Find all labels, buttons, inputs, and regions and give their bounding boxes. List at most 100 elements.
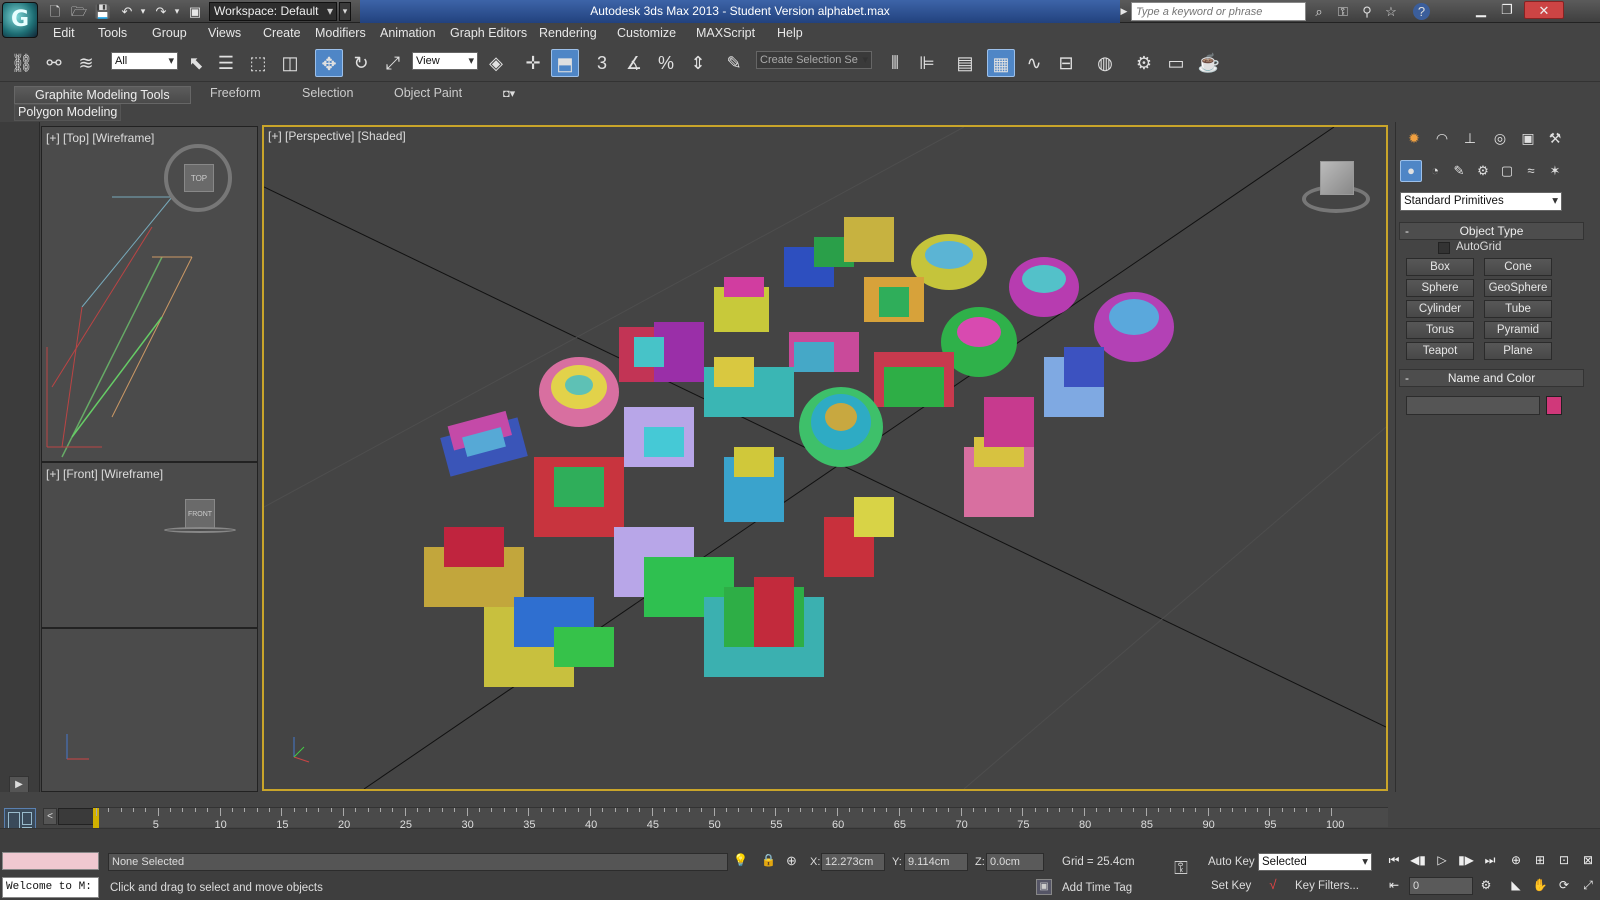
unlink-icon[interactable]: ⚯ [40,49,68,77]
torus-button[interactable]: Torus [1406,321,1474,339]
layer-manager-icon[interactable]: ▦ [987,49,1015,77]
viewcube-front-ring[interactable] [164,527,236,533]
menu-group[interactable]: Group [152,26,187,40]
edit-named-selection-icon[interactable]: ✎ [720,49,748,77]
workspace-menu-button[interactable]: ▾ [339,2,351,21]
cone-button[interactable]: Cone [1484,258,1552,276]
maxscript-mini-listener[interactable]: Welcome to M: [2,877,99,898]
play-icon[interactable]: ▷ [1432,851,1452,869]
polygon-modeling-panel[interactable]: Polygon Modeling [14,104,122,121]
go-to-end-icon[interactable]: ⏭ [1480,851,1500,869]
maxscript-mini-listener-top[interactable] [2,852,99,870]
time-tag-icon[interactable]: ▣ [1036,879,1052,895]
pivot-center-icon[interactable]: ◈ [482,49,510,77]
previous-frame-icon[interactable]: ◀▮ [1408,851,1428,869]
key-mode-toggle-icon[interactable]: ⇤ [1384,876,1404,894]
select-object-icon[interactable]: ⬉ [182,49,210,77]
tab-object-paint[interactable]: Object Paint [394,86,462,100]
workspace-dropdown[interactable]: Workspace: Default [209,2,337,21]
geometry-category-icon[interactable]: ● [1400,160,1422,182]
y-coordinate-field[interactable]: 9.114cm [904,853,968,871]
save-file-icon[interactable]: 💾 [94,3,112,20]
undo-dropdown-icon[interactable]: ▾ [138,3,148,20]
curve-editor-icon[interactable]: ∿ [1020,49,1048,77]
communication-icon[interactable]: ⚲ [1357,3,1377,20]
viewport-left[interactable] [41,628,258,792]
rectangular-selection-icon[interactable]: ⬚ [244,49,272,77]
menu-help[interactable]: Help [777,26,803,40]
maximize-icon[interactable]: ❐ [1494,1,1520,19]
align-icon[interactable]: ⊫ [913,49,941,77]
name-and-color-rollout[interactable]: - Name and Color [1399,369,1584,387]
close-icon[interactable]: ✕ [1524,1,1564,19]
create-tab-icon[interactable]: ✹ [1402,126,1426,150]
named-selection-set-dropdown[interactable]: Create Selection Se [756,51,872,69]
menu-customize[interactable]: Customize [617,26,676,40]
menu-animation[interactable]: Animation [380,26,436,40]
object-category-dropdown[interactable]: Standard Primitives [1400,192,1562,211]
x-coordinate-field[interactable]: 12.273cm [821,853,885,871]
scene-explorer-icon[interactable]: ▤ [951,49,979,77]
new-file-icon[interactable]: 🗋 [46,3,64,20]
redo-dropdown-icon[interactable]: ▾ [172,3,182,20]
isolate-selection-icon[interactable]: 💡 [733,853,748,871]
hierarchy-tab-icon[interactable]: ⊥ [1458,126,1482,150]
teapot-button[interactable]: Teapot [1406,342,1474,360]
application-logo-button[interactable]: G [2,2,38,38]
helpers-category-icon[interactable]: ▢ [1496,160,1518,182]
orbit-icon[interactable]: ⟳ [1554,876,1574,894]
menu-create[interactable]: Create [263,26,301,40]
key-filters-button[interactable]: Key Filters... [1295,880,1359,892]
modify-tab-icon[interactable]: ◠ [1430,126,1454,150]
track-bar-ruler[interactable]: 5 10 15 20 25 30 35 40 45 50 55 60 65 70 75 80 85 90 95 100 [93,807,1388,831]
set-key-button[interactable]: Set Key [1211,880,1251,892]
geosphere-button[interactable]: GeoSphere [1484,279,1552,297]
viewcube-front[interactable]: FRONT [185,499,215,529]
plane-button[interactable]: Plane [1484,342,1552,360]
autogrid-checkbox[interactable] [1438,242,1450,254]
zoom-extents-icon[interactable]: ⊡ [1554,851,1574,869]
menu-graph-editors[interactable]: Graph Editors [450,26,527,40]
bind-to-space-warp-icon[interactable]: ≋ [72,49,100,77]
set-key-large-icon[interactable]: ⚿ [1165,858,1197,882]
auto-key-button[interactable]: Auto Key [1208,856,1255,868]
select-and-manipulate-icon[interactable]: ✛ [519,49,547,77]
field-of-view-icon[interactable]: ◣ [1506,876,1526,894]
redo-icon[interactable]: ↷ [152,3,170,20]
maximize-viewport-icon[interactable]: ⤢ [1578,876,1598,894]
zoom-extents-all-icon[interactable]: ⊠ [1578,851,1598,869]
cylinder-button[interactable]: Cylinder [1406,300,1474,318]
current-frame-field[interactable]: 0 [1409,877,1473,895]
window-crossing-icon[interactable]: ◫ [276,49,304,77]
project-folder-icon[interactable]: ▣ [186,3,204,20]
key-mode-dropdown[interactable]: Selected [1258,853,1372,871]
viewport-perspective[interactable]: [+] [Perspective] [Shaded] [262,125,1388,791]
binoculars-icon[interactable]: ⌕ [1309,3,1329,20]
angle-snap-icon[interactable]: ∡ [620,49,648,77]
mirror-icon[interactable]: ⫴ [881,49,909,77]
time-slider-prev-button[interactable]: < [43,808,57,825]
tab-selection[interactable]: Selection [302,86,353,100]
display-tab-icon[interactable]: ▣ [1516,126,1540,150]
default-tangent-icon[interactable]: √ [1264,877,1282,895]
menu-rendering[interactable]: Rendering [539,26,597,40]
menu-modifiers[interactable]: Modifiers [315,26,366,40]
viewcube-top[interactable]: TOP [184,164,214,192]
tab-graphite-modeling-tools[interactable]: Graphite Modeling Tools [14,86,191,104]
rendered-frame-window-icon[interactable]: ▭ [1162,49,1190,77]
sphere-button[interactable]: Sphere [1406,279,1474,297]
lights-category-icon[interactable]: ✎ [1448,160,1470,182]
pyramid-button[interactable]: Pyramid [1484,321,1552,339]
snaps-toggle-icon[interactable]: 3 [588,49,616,77]
object-type-rollout[interactable]: - Object Type [1399,222,1584,240]
shapes-category-icon[interactable]: ◔ [1424,160,1446,182]
cameras-category-icon[interactable]: ⚙ [1472,160,1494,182]
favorites-star-icon[interactable]: ☆ [1381,3,1401,20]
menu-maxscript[interactable]: MAXScript [696,26,755,40]
selection-filter-dropdown[interactable]: All [111,52,178,70]
absolute-mode-icon[interactable]: ⊕ [786,853,802,871]
schematic-view-icon[interactable]: ⊟ [1052,49,1080,77]
z-coordinate-field[interactable]: 0.0cm [986,853,1044,871]
tab-freeform[interactable]: Freeform [210,86,261,100]
pan-view-icon[interactable]: ✋ [1530,876,1550,894]
